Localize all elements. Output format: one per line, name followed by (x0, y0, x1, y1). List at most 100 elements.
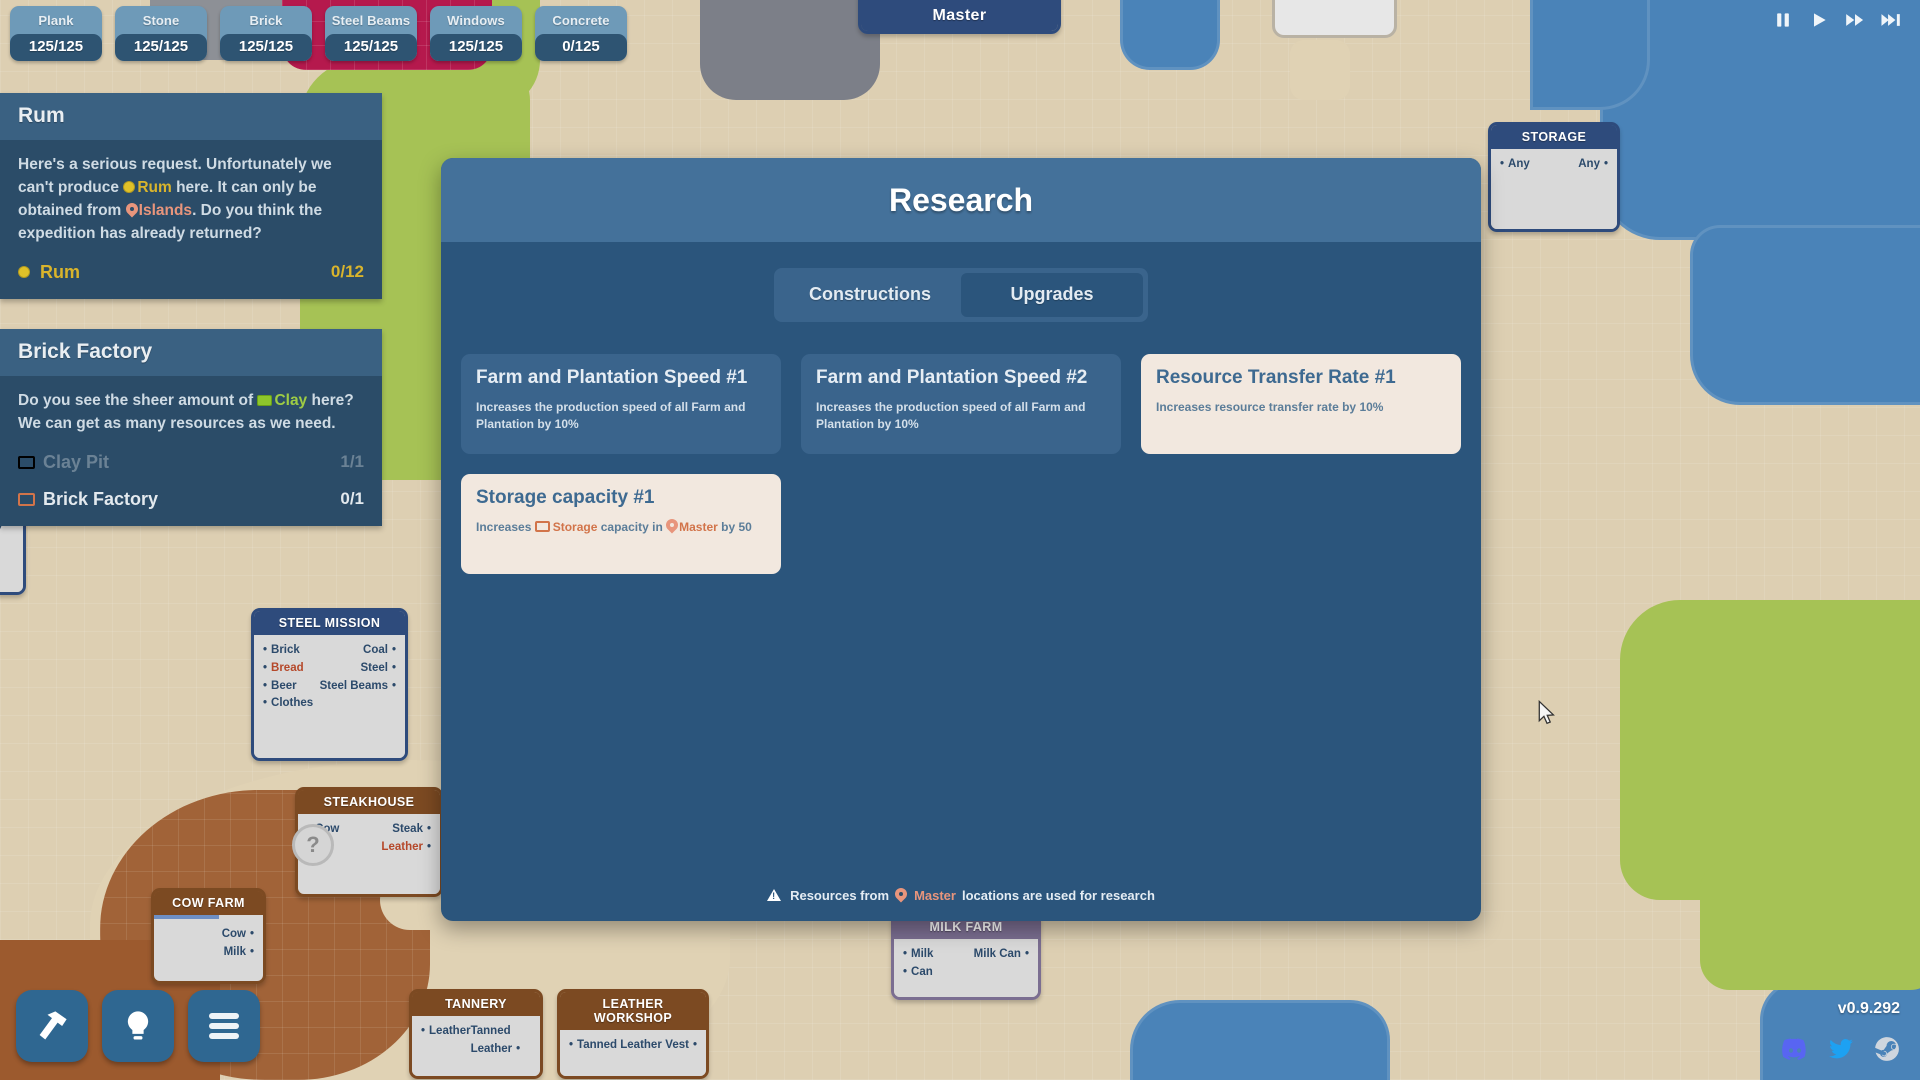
fast-forward-icon (1881, 14, 1900, 26)
lightbulb-icon (127, 1011, 149, 1040)
card-title: Farm and Plantation Speed #1 (476, 367, 748, 388)
map-building (1272, 0, 1397, 38)
node-title: COW FARM (154, 891, 263, 915)
research-card-farm-plantation-speed-2[interactable]: Farm and Plantation Speed #2 Increases t… (801, 354, 1121, 454)
steam-icon (1875, 1037, 1899, 1061)
map-water-region (1130, 1000, 1390, 1080)
mission-text-highlight: Rum (137, 178, 172, 196)
node-io-row: Clothes (263, 695, 396, 713)
speed-control-bar (1772, 10, 1902, 35)
research-button[interactable] (102, 990, 174, 1062)
map-sand-region (530, 940, 576, 986)
play-button[interactable] (1808, 10, 1830, 35)
fast-forward-button[interactable] (1880, 10, 1902, 35)
tab-upgrades[interactable]: Upgrades (961, 273, 1143, 317)
resource-name: Concrete (552, 13, 610, 28)
steam-link[interactable] (1870, 1032, 1904, 1066)
resource-name: Brick (249, 13, 283, 28)
mission-text-highlight: Islands (138, 201, 193, 219)
node-input: Clothes (263, 695, 313, 713)
node-input: Milk (903, 946, 933, 964)
node-cow-farm[interactable]: COW FARM Cow Milk (151, 888, 266, 984)
tab-constructions[interactable]: Constructions (779, 273, 961, 317)
resource-count: 125/125 (325, 34, 417, 61)
node-storage[interactable]: STORAGE Any Any (1488, 122, 1620, 232)
card-desc-part: by 50 (717, 520, 752, 534)
resource-chip-plank[interactable]: Plank 125/125 (10, 6, 102, 61)
mission-panel-list: Rum Here's a serious request. Unfortunat… (0, 93, 382, 556)
node-input: Can (903, 964, 933, 982)
map-water-region (1530, 0, 1650, 110)
node-io-row: Cow (163, 926, 254, 944)
card-description: Increases Storage capacity in Master by … (476, 519, 766, 536)
node-body: Cow Milk (154, 915, 263, 981)
gold-dot-icon (18, 266, 30, 279)
mission-title: Rum (0, 93, 382, 140)
resource-count: 125/125 (115, 34, 207, 61)
resource-name: Plank (38, 13, 74, 28)
warning-icon (767, 889, 782, 901)
node-io-row: Can (903, 964, 1029, 982)
map-sand-region (1290, 40, 1350, 100)
node-io-row: Tanned Leather Vest (569, 1037, 697, 1055)
objective-label: Brick Factory (43, 488, 159, 509)
node-master[interactable]: Master (858, 0, 1061, 34)
research-card-resource-transfer-rate-1[interactable]: Resource Transfer Rate #1 Increases reso… (1141, 354, 1461, 454)
research-card-storage-capacity-1[interactable]: Storage capacity #1 Increases Storage ca… (461, 474, 781, 574)
node-input: Leather (421, 1023, 471, 1059)
node-steel-mission[interactable]: STEEL MISSION Brick Coal Bread Steel Bee… (251, 608, 408, 761)
forward-button[interactable] (1844, 10, 1866, 35)
pause-button[interactable] (1772, 10, 1794, 35)
node-milk-farm[interactable]: MILK FARM Milk Milk Can Can (891, 912, 1041, 1000)
mission-card-rum[interactable]: Rum Here's a serious request. Unfortunat… (0, 93, 382, 299)
node-title: STEAKHOUSE (298, 790, 440, 814)
node-output: Tanned Leather (471, 1023, 531, 1059)
node-input: Beer (263, 678, 297, 696)
menu-line (209, 1023, 239, 1029)
discord-link[interactable] (1778, 1032, 1812, 1066)
action-button-bar (16, 990, 260, 1062)
clay-resource-icon (257, 394, 273, 406)
menu-button[interactable] (188, 990, 260, 1062)
menu-icon (209, 1009, 239, 1043)
mission-title: Brick Factory (0, 328, 382, 376)
location-pin-icon (126, 203, 138, 218)
location-pin-icon (666, 519, 678, 534)
map-water-region (1690, 225, 1920, 405)
mission-body: Here's a serious request. Unfortunately … (0, 140, 382, 299)
mission-objective-row: Clay Pit 1/1 (18, 452, 364, 473)
resource-chip-concrete[interactable]: Concrete 0/125 (535, 6, 627, 61)
card-desc-part: Increases (476, 520, 535, 534)
research-card-farm-plantation-speed-1[interactable]: Farm and Plantation Speed #1 Increases t… (461, 354, 781, 454)
resource-chip-stone[interactable]: Stone 125/125 (115, 6, 207, 61)
node-output: Vest (665, 1037, 697, 1055)
resource-chip-windows[interactable]: Windows 125/125 (430, 6, 522, 61)
mission-text-part: Do you see the sheer amount of (18, 391, 258, 409)
node-title: STORAGE (1491, 125, 1617, 149)
mission-objective-row: Rum 0/12 (18, 262, 364, 283)
node-io-row: Milk Milk Can (903, 946, 1029, 964)
node-leather-workshop[interactable]: LEATHER WORKSHOP Tanned Leather Vest (557, 989, 709, 1079)
node-output: Leather (381, 839, 431, 857)
node-output: Coal (363, 642, 396, 660)
build-button[interactable] (16, 990, 88, 1062)
node-tannery[interactable]: TANNERY Leather Tanned Leather (409, 989, 543, 1079)
node-io-row: Beer Steel Beams (263, 678, 396, 696)
research-dialog: Research Constructions Upgrades Farm and… (441, 158, 1481, 921)
resource-count: 125/125 (220, 34, 312, 61)
mission-card-brick-factory[interactable]: Brick Factory Do you see the sheer amoun… (0, 328, 382, 526)
footer-text-part: Resources from (790, 887, 890, 903)
pause-icon (1777, 13, 1789, 27)
resource-count: 0/125 (535, 34, 627, 61)
resource-chip-steel-beams[interactable]: Steel Beams 125/125 (325, 6, 417, 61)
node-title: Master (861, 0, 1058, 31)
node-warning-badge[interactable]: ? (292, 824, 334, 866)
node-body: Brick Coal Bread Steel Beer Steel Beams … (254, 635, 405, 758)
gold-dot-icon (123, 180, 136, 193)
twitter-link[interactable] (1824, 1032, 1858, 1066)
footer-text-highlight: Master (914, 887, 956, 903)
research-dialog-footer: Resources from Master locations are used… (441, 869, 1481, 921)
resource-chip-brick[interactable]: Brick 125/125 (220, 6, 312, 61)
map-grass-region (1700, 860, 1920, 990)
node-title: STEEL MISSION (254, 611, 405, 635)
